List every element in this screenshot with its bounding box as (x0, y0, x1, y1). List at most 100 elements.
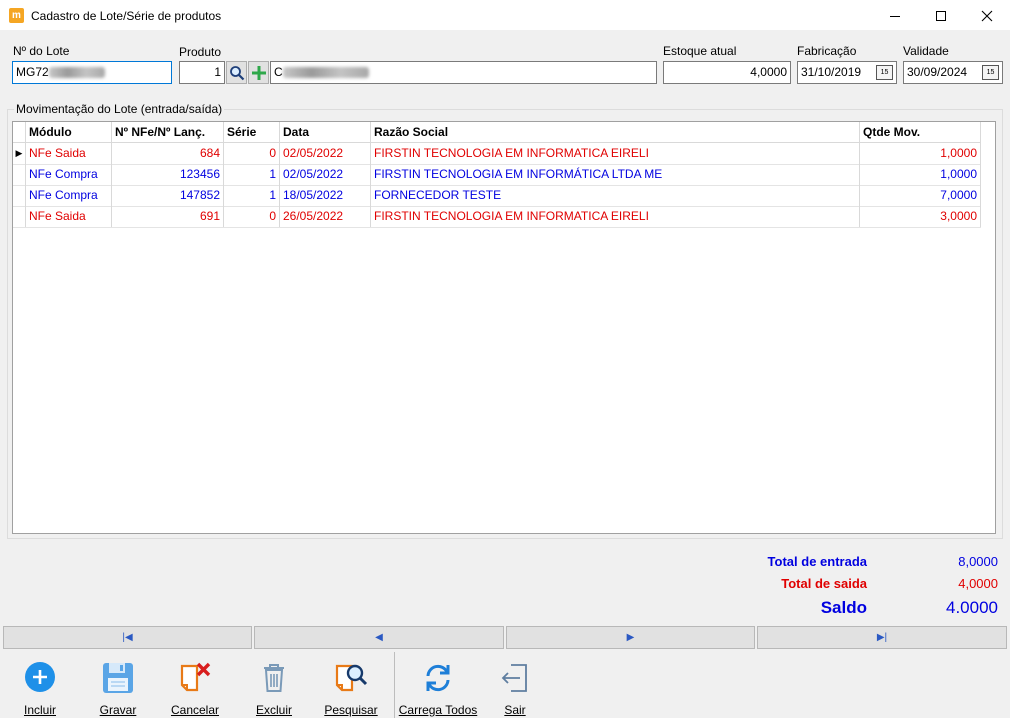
minimize-button[interactable] (872, 0, 918, 31)
validade-value: 30/09/2024 (907, 65, 968, 79)
cancelar-label: Cancelar (170, 703, 220, 717)
column-header[interactable]: Módulo (26, 122, 112, 143)
row-indicator (13, 185, 26, 206)
save-icon (103, 663, 133, 693)
table-row[interactable]: ▶ NFe Saida 684 0 02/05/2022 FIRSTIN TECNOLOG… (13, 143, 981, 165)
movimentacao-grid[interactable]: Módulo Nº NFe/Nº Lanç. Série Data Razão … (12, 121, 996, 534)
table-cell-nfe: 123456 (112, 164, 224, 185)
column-header[interactable]: Razão Social (371, 122, 860, 143)
first-icon: |◀ (122, 632, 133, 643)
title-bar: m Cadastro de Lote/Série de produtos (0, 0, 1010, 31)
grid-indicator-header (13, 122, 26, 143)
lote-label: Nº do Lote (13, 44, 70, 58)
table-cell-razao: FORNECEDOR TESTE (371, 185, 860, 206)
next-icon: ▶ (626, 632, 635, 643)
produto-name-input[interactable]: C (270, 61, 657, 84)
column-header[interactable]: Série (224, 122, 280, 143)
table-cell-data: 26/05/2022 (280, 206, 371, 227)
table-cell-modulo: NFe Saida (26, 206, 112, 227)
table-cell-nfe: 691 (112, 206, 224, 227)
table-cell-razao: FIRSTIN TECNOLOGIA EM INFORMÁTICA LTDA M… (371, 164, 860, 185)
pesquisar-label: Pesquisar (324, 703, 378, 717)
grid-header: Módulo Nº NFe/Nº Lanç. Série Data Razão … (13, 122, 981, 143)
column-header[interactable]: Nº NFe/Nº Lanç. (112, 122, 224, 143)
plus-icon (251, 65, 266, 80)
refresh-icon (426, 664, 450, 692)
minimize-icon (890, 15, 900, 17)
table-cell-razao: FIRSTIN TECNOLOGIA EM INFORMATICA EIRELI (371, 206, 860, 227)
search-product-button[interactable] (226, 61, 247, 84)
prev-icon: ◀ (375, 632, 383, 643)
estoque-input: 4,0000 (663, 61, 791, 84)
incluir-label: Incluir (23, 703, 56, 717)
window-title: Cadastro de Lote/Série de produtos (31, 9, 222, 23)
table-row[interactable]: NFe Saida 691 0 26/05/2022 FIRSTIN TECNOLOGI… (13, 206, 981, 228)
add-product-button[interactable] (248, 61, 269, 84)
prev-record-button[interactable]: ◀ (254, 626, 504, 649)
search-document-icon (335, 664, 368, 692)
pesquisar-button[interactable]: Pesquisar (311, 656, 391, 718)
table-cell-qtde: 3,0000 (860, 206, 981, 227)
lote-input[interactable]: MG72 (12, 61, 172, 84)
toolbar-separator (394, 652, 395, 718)
total-entrada-value: 8,0000 (958, 554, 998, 569)
carrega-todos-label: Carrega Todos (398, 703, 478, 717)
total-saida-value: 4,0000 (958, 576, 998, 591)
excluir-button[interactable]: Excluir (234, 656, 314, 718)
table-row[interactable]: NFe Compra 123456 1 02/05/2022 FIRSTIN TECNO… (13, 164, 981, 186)
incluir-button[interactable]: Incluir (0, 656, 80, 718)
estoque-label: Estoque atual (663, 44, 737, 58)
movimentacao-title: Movimentação do Lote (entrada/saída) (14, 102, 225, 116)
table-row[interactable]: NFe Compra 147852 1 18/05/2022 FORNECEDOR TE… (13, 185, 981, 207)
table-cell-qtde: 7,0000 (860, 185, 981, 206)
app-logo-icon: m (9, 8, 24, 23)
column-header[interactable]: Data (280, 122, 371, 143)
calendar-icon[interactable]: 15 (876, 65, 893, 80)
next-record-button[interactable]: ▶ (506, 626, 755, 649)
lote-value: MG72 (16, 65, 49, 79)
table-cell-data: 02/05/2022 (280, 164, 371, 185)
search-icon (229, 65, 244, 80)
calendar-icon[interactable]: 15 (982, 65, 999, 80)
maximize-icon (936, 10, 946, 21)
sair-label: Sair (504, 703, 526, 717)
table-cell-modulo: NFe Compra (26, 185, 112, 206)
table-cell-serie: 0 (224, 143, 280, 164)
table-cell-modulo: NFe Saida (26, 143, 112, 164)
validade-label: Validade (903, 44, 949, 58)
fabricacao-label: Fabricação (797, 44, 857, 58)
produto-label: Produto (179, 45, 222, 59)
fabricacao-value: 31/10/2019 (801, 65, 862, 79)
gravar-label: Gravar (99, 703, 137, 717)
table-cell-serie: 1 (224, 164, 280, 185)
last-icon: ▶| (876, 632, 888, 643)
close-button[interactable] (964, 0, 1010, 31)
total-entrada-label: Total de entrada (767, 554, 867, 569)
produto-code-input[interactable]: 1 (179, 61, 225, 84)
trash-icon (264, 664, 284, 692)
maximize-button[interactable] (918, 0, 964, 31)
table-cell-serie: 0 (224, 206, 280, 227)
row-indicator (13, 164, 26, 185)
table-cell-modulo: NFe Compra (26, 164, 112, 185)
table-cell-razao: FIRSTIN TECNOLOGIA EM INFORMATICA EIRELI (371, 143, 860, 164)
excluir-label: Excluir (255, 703, 292, 717)
exit-icon (501, 664, 527, 692)
table-cell-nfe: 147852 (112, 185, 224, 206)
row-indicator: ▶ (13, 143, 26, 164)
sair-button[interactable]: Sair (475, 656, 555, 718)
table-cell-nfe: 684 (112, 143, 224, 164)
carrega-todos-button[interactable]: Carrega Todos (397, 656, 479, 718)
saldo-value: 4.0000 (946, 598, 998, 617)
last-record-button[interactable]: ▶| (757, 626, 1007, 649)
total-saida-label: Total de saida (781, 576, 867, 591)
cancelar-button[interactable]: Cancelar (155, 656, 235, 718)
redacted-text (48, 67, 105, 79)
row-indicator (13, 206, 26, 227)
first-record-button[interactable]: |◀ (3, 626, 252, 649)
gravar-button[interactable]: Gravar (78, 656, 158, 718)
add-circle-icon (25, 662, 55, 692)
column-header[interactable]: Qtde Mov. (860, 122, 981, 143)
saldo-label: Saldo (820, 598, 867, 617)
table-cell-serie: 1 (224, 185, 280, 206)
